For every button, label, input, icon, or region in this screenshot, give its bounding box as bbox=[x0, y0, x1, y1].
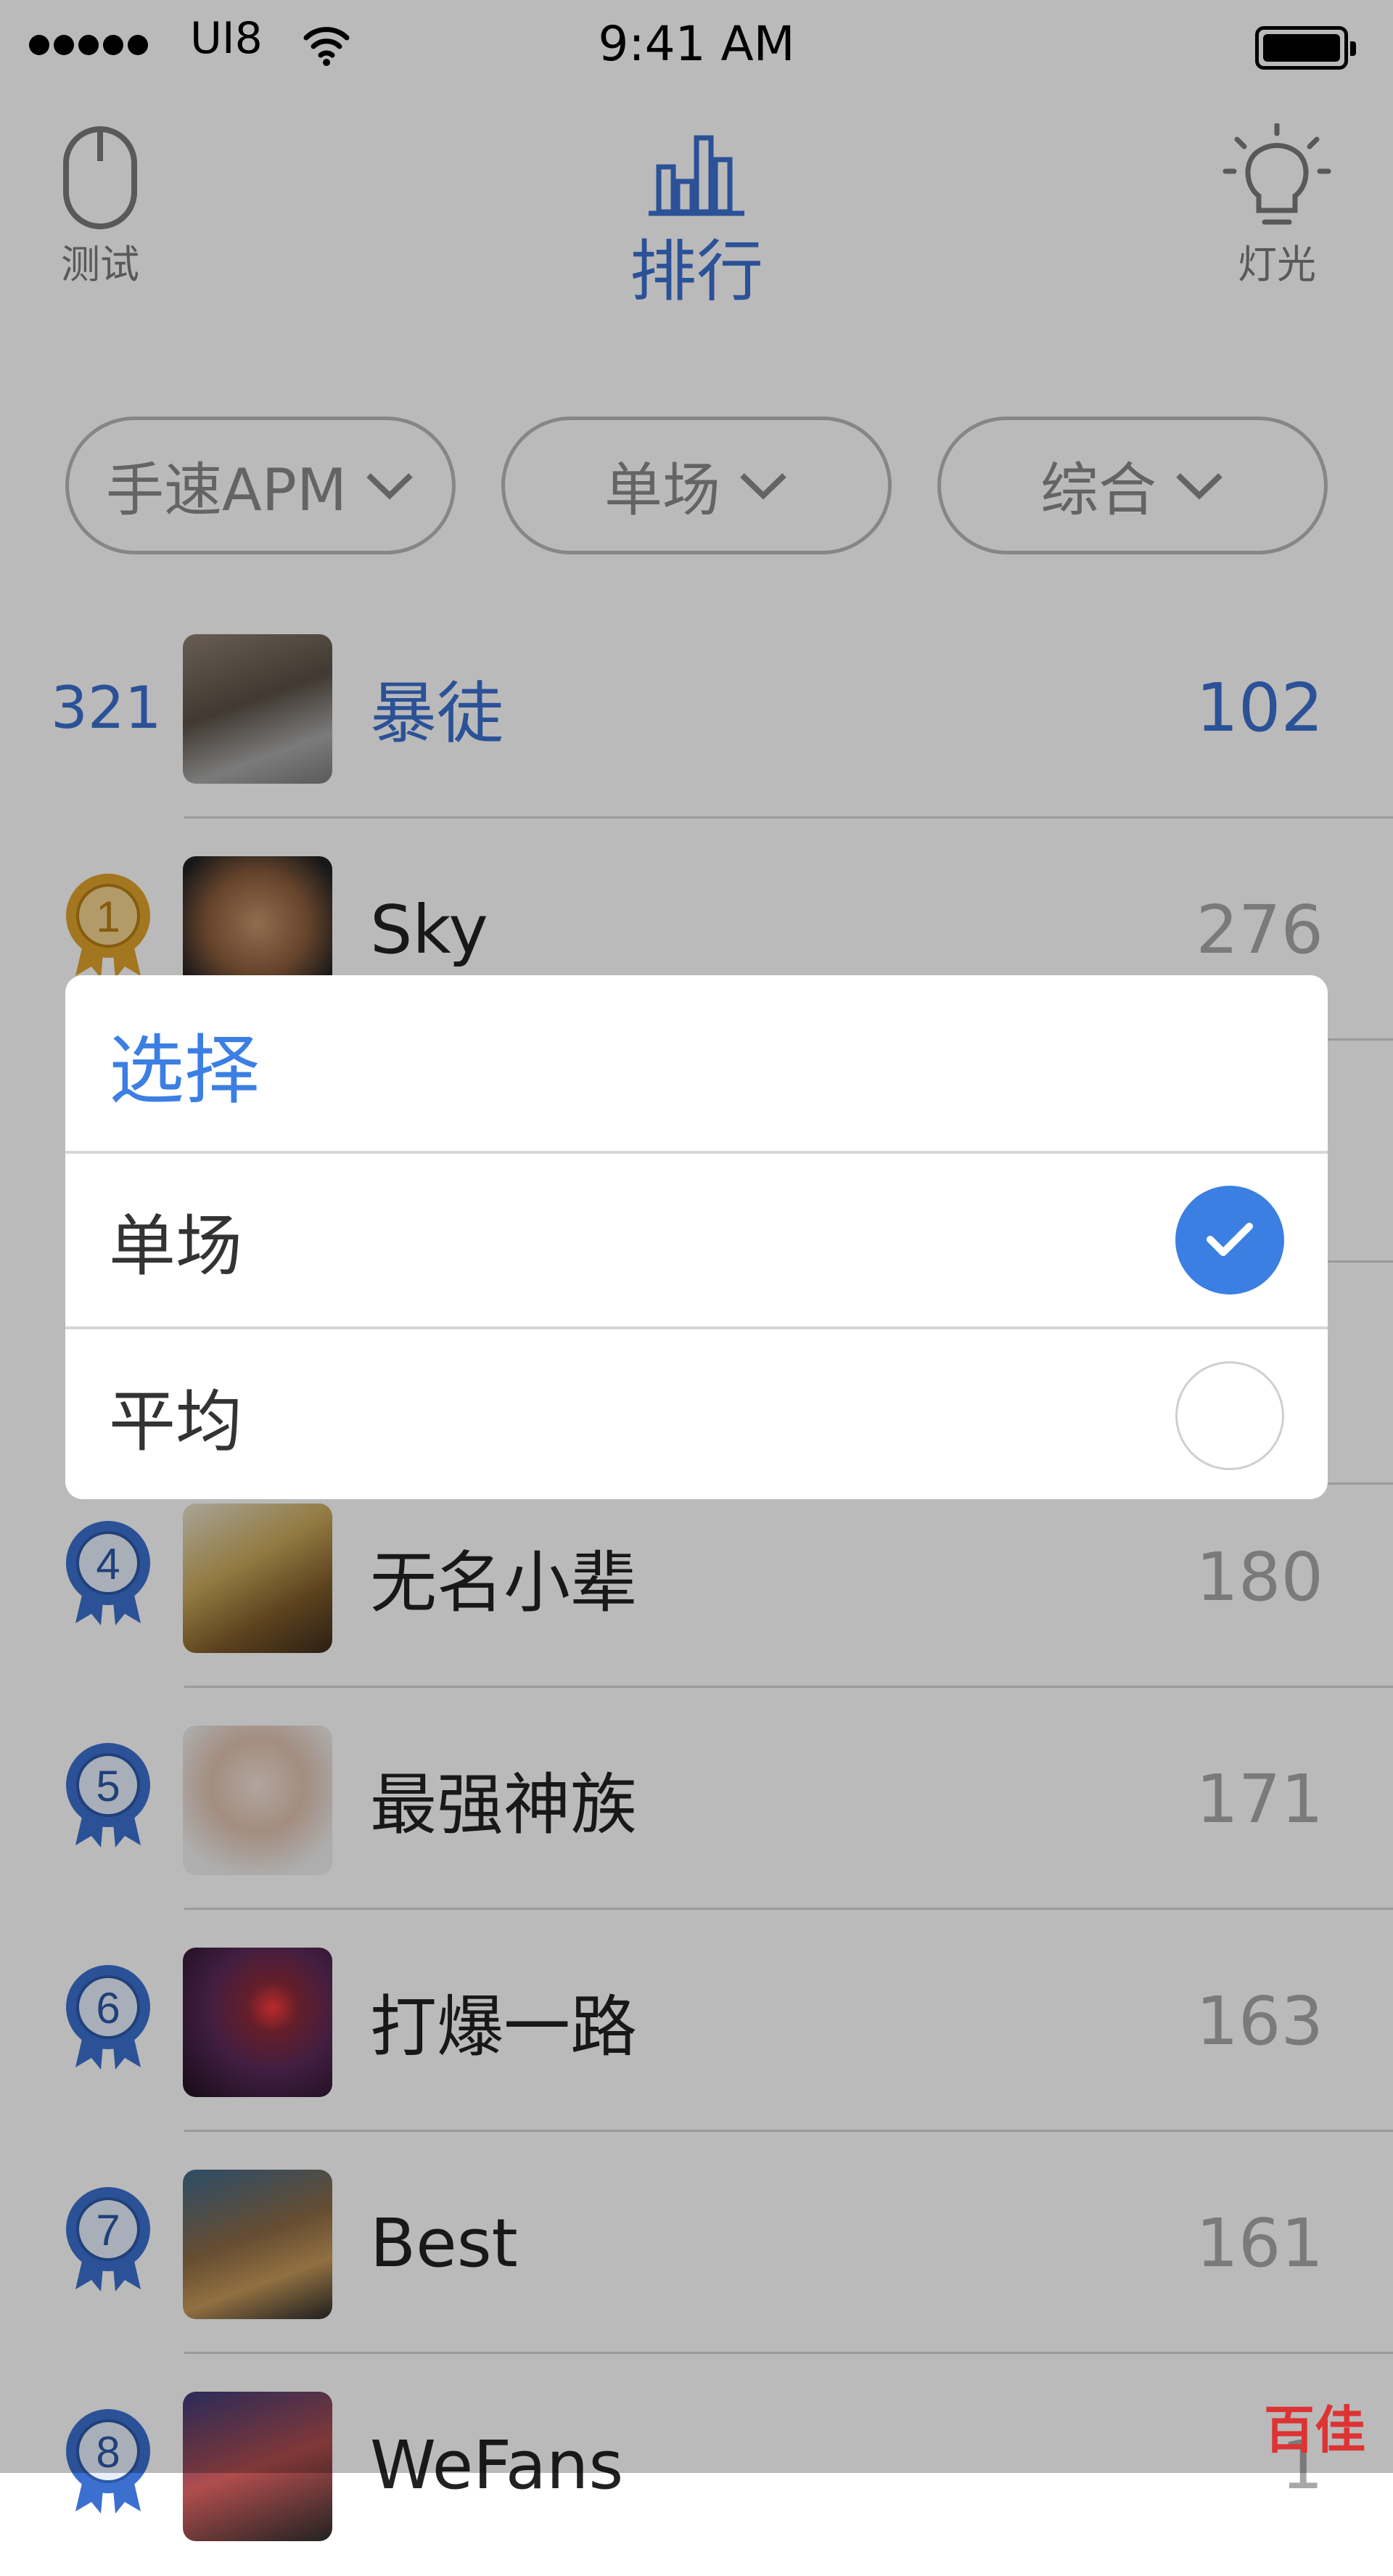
checkmark-icon bbox=[1207, 1223, 1253, 1256]
option-single[interactable]: 单场 bbox=[65, 1154, 1328, 1326]
radio-checked[interactable] bbox=[1175, 1186, 1284, 1295]
watermark-logo: 百佳 bbox=[1264, 2400, 1365, 2460]
option-average-label: 平均 bbox=[109, 1382, 243, 1461]
option-average[interactable]: 平均 bbox=[65, 1329, 1328, 1499]
select-modal: 选择 单场 平均 bbox=[65, 975, 1328, 1499]
radio-unchecked[interactable] bbox=[1175, 1361, 1284, 1470]
modal-title: 选择 bbox=[109, 1025, 260, 1115]
option-single-label: 单场 bbox=[109, 1207, 243, 1285]
